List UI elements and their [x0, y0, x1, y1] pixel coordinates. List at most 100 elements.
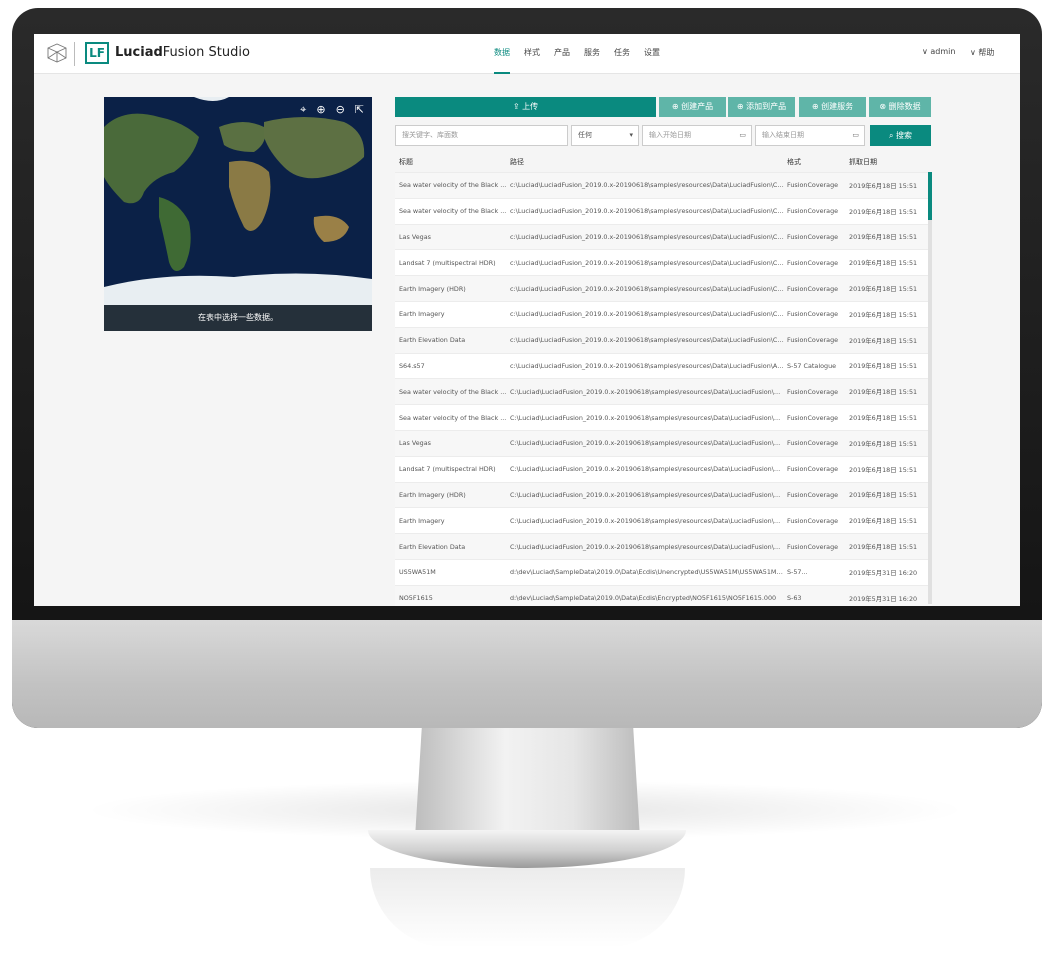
- table-row[interactable]: Earth Elevation Data C:\Luciad\LuciadFusi…: [395, 533, 932, 559]
- table-row[interactable]: Earth Imagery C:\Luciad\LuciadFusion_2019…: [395, 507, 932, 534]
- table-row[interactable]: US5WA51M d:\dev\Luciad\SampleData\2019.0\…: [395, 558, 932, 585]
- start-date-input[interactable]: 输入开始日期 ▭: [642, 125, 752, 146]
- table-header: 标题 路径 格式 抓取日期: [395, 152, 932, 172]
- cell-format: FusionCoverage: [787, 465, 839, 474]
- tab-settings[interactable]: 设置: [644, 34, 660, 74]
- table-row[interactable]: Las Vegas C:\Luciad\LuciadFusion_2019.0.x…: [395, 429, 932, 456]
- cell-title: Earth Imagery (HDR): [399, 490, 466, 499]
- logo-divider: [74, 42, 75, 66]
- header-crawl-date[interactable]: 抓取日期: [846, 157, 932, 167]
- cell-format: FusionCoverage: [787, 310, 839, 319]
- table-row[interactable]: Landsat 7 (multispectral HDR) C:\Luciad\L…: [395, 455, 932, 482]
- tab-styles[interactable]: 样式: [524, 34, 540, 74]
- cell-format: FusionCoverage: [787, 181, 839, 190]
- upload-button[interactable]: ⇪ 上传: [395, 97, 656, 117]
- cell-format: FusionCoverage: [787, 387, 839, 396]
- tab-products[interactable]: 产品: [554, 34, 570, 74]
- type-select[interactable]: 任何 ▾: [571, 125, 639, 146]
- cell-title: Sea water velocity of the Black ...: [399, 181, 507, 190]
- cell-format: FusionCoverage: [787, 232, 839, 241]
- header-format[interactable]: 格式: [784, 157, 846, 167]
- table-row[interactable]: Earth Imagery c:\Luciad\LuciadFusion_2019…: [395, 300, 932, 327]
- zoom-in-icon[interactable]: ⊕: [316, 103, 325, 117]
- delete-data-button[interactable]: ⊗ 删除数据: [869, 97, 931, 117]
- cell-format: FusionCoverage: [787, 439, 839, 448]
- table-row[interactable]: NO5F1615 d:\dev\Luciad\SampleData\2019.0\…: [395, 584, 932, 606]
- cell-title: Earth Elevation Data: [399, 542, 466, 551]
- cell-path: C:\Luciad\LuciadFusion_2019.0.x-20190618…: [510, 439, 784, 448]
- create-service-button[interactable]: ⊕ 创建服务: [799, 97, 866, 117]
- cell-format: S-57 Catalogue: [787, 361, 837, 370]
- header-title[interactable]: 标题: [395, 157, 507, 167]
- world-map: [104, 97, 372, 305]
- cell-date: 2019年6月18日 15:51: [849, 543, 918, 552]
- tab-jobs[interactable]: 任务: [614, 34, 630, 74]
- table-row[interactable]: Landsat 7 (multispectral HDR) c:\Luciad\L…: [395, 249, 932, 276]
- cell-title: Earth Imagery: [399, 310, 445, 319]
- cell-path: C:\Luciad\LuciadFusion_2019.0.x-20190618…: [510, 490, 784, 499]
- help-menu[interactable]: ∨ 帮助: [970, 47, 994, 58]
- cell-format: FusionCoverage: [787, 207, 839, 216]
- cell-date: 2019年6月18日 15:51: [849, 414, 918, 423]
- cell-date: 2019年6月18日 15:51: [849, 491, 918, 500]
- table-row[interactable]: Sea water velocity of the Black ... C:\Lu…: [395, 404, 932, 430]
- open-external-icon[interactable]: ⇱: [355, 103, 364, 117]
- cell-date: 2019年6月18日 15:51: [849, 207, 918, 216]
- add-to-product-button[interactable]: ⊕ 添加到产品: [728, 97, 795, 117]
- cell-title: Landsat 7 (multispectral HDR): [399, 258, 496, 267]
- header-path[interactable]: 路径: [507, 157, 784, 167]
- cell-title: S64.s57: [399, 361, 425, 370]
- cell-path: c:\Luciad\LuciadFusion_2019.0.x-20190618…: [510, 284, 784, 293]
- calendar-icon: ▭: [852, 131, 859, 139]
- cell-path: c:\Luciad\LuciadFusion_2019.0.x-20190618…: [510, 181, 784, 190]
- table-row[interactable]: S64.s57 c:\Luciad\LuciadFusion_2019.0.x-2…: [395, 352, 932, 379]
- user-menu[interactable]: ∨ admin: [922, 47, 955, 56]
- cell-path: c:\Luciad\LuciadFusion_2019.0.x-20190618…: [510, 336, 784, 345]
- tab-data[interactable]: 数据: [494, 34, 510, 74]
- cube-logo-icon: [47, 43, 67, 63]
- cell-date: 2019年6月18日 15:51: [849, 285, 918, 294]
- end-date-input[interactable]: 输入结束日期 ▭: [755, 125, 865, 146]
- table-row[interactable]: Sea water velocity of the Black ... c:\Lu…: [395, 197, 932, 224]
- lf-logo: LF: [85, 42, 109, 64]
- map-tools: ⌖ ⊕ ⊖ ⇱: [300, 103, 364, 117]
- cell-path: c:\Luciad\LuciadFusion_2019.0.x-20190618…: [510, 310, 784, 319]
- cell-format: FusionCoverage: [787, 284, 839, 293]
- locate-icon[interactable]: ⌖: [300, 103, 306, 117]
- cell-date: 2019年6月18日 15:51: [849, 362, 918, 371]
- cell-date: 2019年6月18日 15:51: [849, 233, 918, 242]
- monitor-chin: [12, 620, 1042, 728]
- cell-date: 2019年5月31日 16:20: [849, 568, 918, 577]
- table-row[interactable]: Earth Elevation Data c:\Luciad\LuciadFusi…: [395, 326, 932, 353]
- cell-date: 2019年6月18日 15:51: [849, 517, 918, 526]
- cell-path: d:\dev\Luciad\SampleData\2019.0\Data\Ecd…: [510, 568, 784, 577]
- cell-date: 2019年6月18日 15:51: [849, 439, 918, 448]
- dropdown-arrow-icon: ▾: [629, 131, 633, 139]
- cell-format: FusionCoverage: [787, 413, 839, 422]
- keyword-search-input[interactable]: 搜关键字、库面数: [395, 125, 568, 146]
- tab-services[interactable]: 服务: [584, 34, 600, 74]
- cell-title: Sea water velocity of the Black ...: [399, 387, 507, 396]
- cell-title: Landsat 7 (multispectral HDR): [399, 465, 496, 474]
- table-scroll-thumb[interactable]: [928, 172, 932, 220]
- table-scrollbar[interactable]: [928, 172, 932, 604]
- monitor-stand-neck: [415, 728, 640, 838]
- table-row[interactable]: Earth Imagery (HDR) C:\Luciad\LuciadFusio…: [395, 481, 932, 508]
- table-row[interactable]: Sea water velocity of the Black ... c:\Lu…: [395, 172, 932, 198]
- table-body: Sea water velocity of the Black ... c:\Lu…: [395, 172, 932, 606]
- cell-path: c:\Luciad\LuciadFusion_2019.0.x-20190618…: [510, 361, 784, 370]
- map-preview[interactable]: ⌖ ⊕ ⊖ ⇱: [104, 97, 372, 305]
- cell-title: Earth Imagery: [399, 516, 445, 525]
- search-icon: ⌕: [888, 131, 897, 140]
- table-row[interactable]: Las Vegas c:\Luciad\LuciadFusion_2019.0.x…: [395, 223, 932, 250]
- cell-title: Las Vegas: [399, 439, 431, 448]
- table-row[interactable]: Sea water velocity of the Black ... C:\Lu…: [395, 378, 932, 405]
- search-button[interactable]: ⌕ 搜索: [870, 125, 931, 146]
- cell-date: 2019年6月18日 15:51: [849, 465, 918, 474]
- create-product-button[interactable]: ⊕ 创建产品: [659, 97, 726, 117]
- cell-date: 2019年6月18日 15:51: [849, 181, 918, 190]
- cell-date: 2019年6月18日 15:51: [849, 310, 918, 319]
- calendar-icon: ▭: [739, 131, 746, 139]
- zoom-out-icon[interactable]: ⊖: [336, 103, 345, 117]
- table-row[interactable]: Earth Imagery (HDR) c:\Luciad\LuciadFusio…: [395, 275, 932, 301]
